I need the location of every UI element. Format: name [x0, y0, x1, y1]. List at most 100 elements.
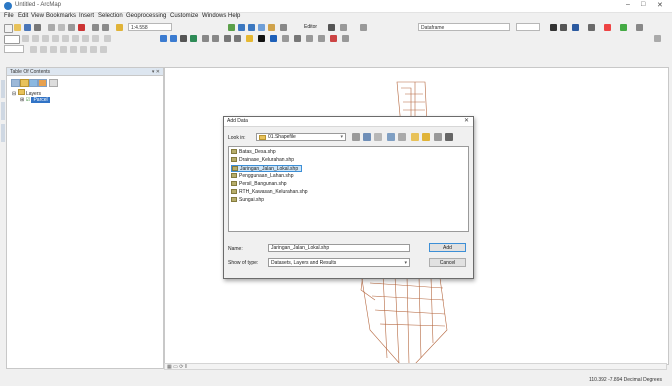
editor-menu[interactable] — [4, 45, 24, 53]
circle-icon[interactable] — [72, 35, 79, 42]
options-icon[interactable] — [49, 79, 58, 87]
menu-windows[interactable]: Windows — [202, 13, 226, 19]
search-window-icon[interactable] — [248, 24, 255, 31]
up-one-level-icon[interactable] — [352, 133, 360, 141]
rotate-tool-icon[interactable] — [70, 46, 77, 53]
layers-group[interactable]: ⊟ Layers — [12, 89, 41, 97]
list-view-icon[interactable] — [387, 133, 395, 141]
list-by-drawing-order-icon[interactable] — [11, 79, 20, 87]
arctoolbox-icon[interactable] — [258, 24, 265, 31]
paste-icon[interactable] — [68, 24, 75, 31]
view-toggle-icons[interactable]: ▦ ▭ ⟳ ‖ — [167, 364, 187, 370]
add-data-icon[interactable] — [116, 24, 123, 31]
dock-tab-catalog[interactable] — [1, 80, 5, 98]
reshape-icon[interactable] — [40, 46, 47, 53]
cut-polygons-icon[interactable] — [50, 46, 57, 53]
marker-icon[interactable] — [104, 35, 111, 42]
dock-tab-toolbox[interactable] — [1, 124, 5, 142]
layer-checkbox-icon[interactable]: ☑ — [26, 97, 30, 103]
file-list-item[interactable]: Batas_Desa.shp — [231, 149, 279, 156]
map-scale-input[interactable]: 1:4.558 — [128, 23, 172, 31]
sketch-properties-icon[interactable] — [90, 46, 97, 53]
delete-icon[interactable] — [78, 24, 85, 31]
show-of-type-dropdown[interactable]: Datasets, Layers and Results ▾ — [268, 258, 410, 267]
new-geodatabase-icon[interactable] — [445, 133, 453, 141]
target-layer-dropdown[interactable]: Dataframe — [418, 23, 510, 31]
connect-folder-icon[interactable] — [411, 133, 419, 141]
straight-segment-icon[interactable] — [340, 24, 347, 31]
shadow-icon[interactable] — [636, 24, 643, 31]
fill-color-icon[interactable] — [604, 24, 611, 31]
rectangle-icon[interactable] — [42, 35, 49, 42]
catalog-icon[interactable] — [238, 24, 245, 31]
delete-item-icon[interactable] — [434, 133, 442, 141]
file-list-item[interactable]: Penggunaan_Lahan.shp — [231, 173, 297, 180]
hyperlink-icon[interactable] — [306, 35, 313, 42]
create-features-icon[interactable] — [100, 46, 107, 53]
measure-icon[interactable] — [294, 35, 301, 42]
fixed-zoom-out-icon[interactable] — [212, 35, 219, 42]
python-icon[interactable] — [268, 24, 275, 31]
editor-toolbar-icon[interactable] — [228, 24, 235, 31]
polygon-icon[interactable] — [62, 35, 69, 42]
close-icon[interactable]: ✕ — [657, 1, 663, 9]
drawing-menu-icon[interactable] — [4, 35, 20, 44]
menu-insert[interactable]: Insert — [79, 13, 94, 19]
font-color-icon[interactable] — [572, 24, 579, 31]
cancel-button[interactable]: Cancel — [429, 258, 466, 267]
curve-icon[interactable] — [92, 35, 99, 42]
full-extent-icon[interactable] — [190, 35, 197, 42]
split-tool-icon[interactable] — [60, 46, 67, 53]
edit-tool-icon[interactable] — [328, 24, 335, 31]
spatial-adjust-dropdown[interactable] — [516, 23, 540, 31]
copy-icon[interactable] — [58, 24, 65, 31]
toc-layer-item[interactable]: ⊞ ☑ Parcel — [20, 97, 50, 103]
menu-view[interactable]: View — [31, 13, 44, 19]
identify-icon[interactable] — [270, 35, 277, 42]
model-builder-icon[interactable] — [280, 24, 287, 31]
file-list-item-selected[interactable]: Jaringan_Jalan_Lokal.shp — [231, 165, 303, 172]
dialog-close-icon[interactable]: ✕ — [464, 117, 469, 124]
time-slider-icon[interactable] — [330, 35, 337, 42]
select-elements-arrow-icon[interactable] — [258, 35, 265, 42]
attributes-icon[interactable] — [80, 46, 87, 53]
save-icon[interactable] — [24, 24, 31, 31]
details-view-icon[interactable] — [398, 133, 406, 141]
pin-icon[interactable]: ▾ ✕ — [152, 68, 160, 76]
name-input[interactable]: Jaringan_Jalan_Lokal.shp — [268, 244, 410, 252]
editor-label[interactable]: Editor — [304, 24, 317, 30]
menu-customize[interactable]: Customize — [170, 13, 198, 19]
zoom-out-icon[interactable] — [170, 35, 177, 42]
toolbar-overflow-icon[interactable] — [654, 35, 661, 42]
back-extent-icon[interactable] — [224, 35, 231, 42]
maximize-icon[interactable]: □ — [641, 1, 645, 8]
pan-icon[interactable] — [180, 35, 187, 42]
add-button[interactable]: Add — [429, 243, 466, 252]
map-horizontal-scrollbar[interactable]: ▦ ▭ ⟳ ‖ — [164, 363, 667, 370]
minimize-icon[interactable]: – — [626, 1, 630, 8]
line-icon[interactable] — [82, 35, 89, 42]
menu-help[interactable]: Help — [228, 13, 240, 19]
new-map-icon[interactable] — [4, 24, 13, 33]
select-features-icon[interactable] — [246, 35, 253, 42]
redo-icon[interactable] — [102, 24, 109, 31]
file-list-item[interactable]: Sungai.shp — [231, 197, 267, 204]
zoom-in-icon[interactable] — [160, 35, 167, 42]
menu-selection[interactable]: Selection — [98, 13, 123, 19]
line-color-icon[interactable] — [588, 24, 595, 31]
find-icon[interactable] — [282, 35, 289, 42]
menu-edit[interactable]: Edit — [18, 13, 28, 19]
html-popup-icon[interactable] — [318, 35, 325, 42]
select-elements-icon[interactable] — [22, 35, 29, 42]
italic-icon[interactable] — [560, 24, 567, 31]
forward-extent-icon[interactable] — [234, 35, 241, 42]
go-home-icon[interactable] — [363, 133, 371, 141]
undo-icon[interactable] — [92, 24, 99, 31]
file-list-item[interactable]: RTH_Kawasan_Kelurahan.shp — [231, 189, 311, 196]
print-icon[interactable] — [34, 24, 41, 31]
bold-icon[interactable] — [550, 24, 557, 31]
file-list-item[interactable]: Persil_Bangunan.shp — [231, 181, 290, 188]
cut-icon[interactable] — [48, 24, 55, 31]
list-by-selection-icon[interactable] — [38, 79, 47, 87]
menu-bookmarks[interactable]: Bookmarks — [46, 13, 76, 19]
